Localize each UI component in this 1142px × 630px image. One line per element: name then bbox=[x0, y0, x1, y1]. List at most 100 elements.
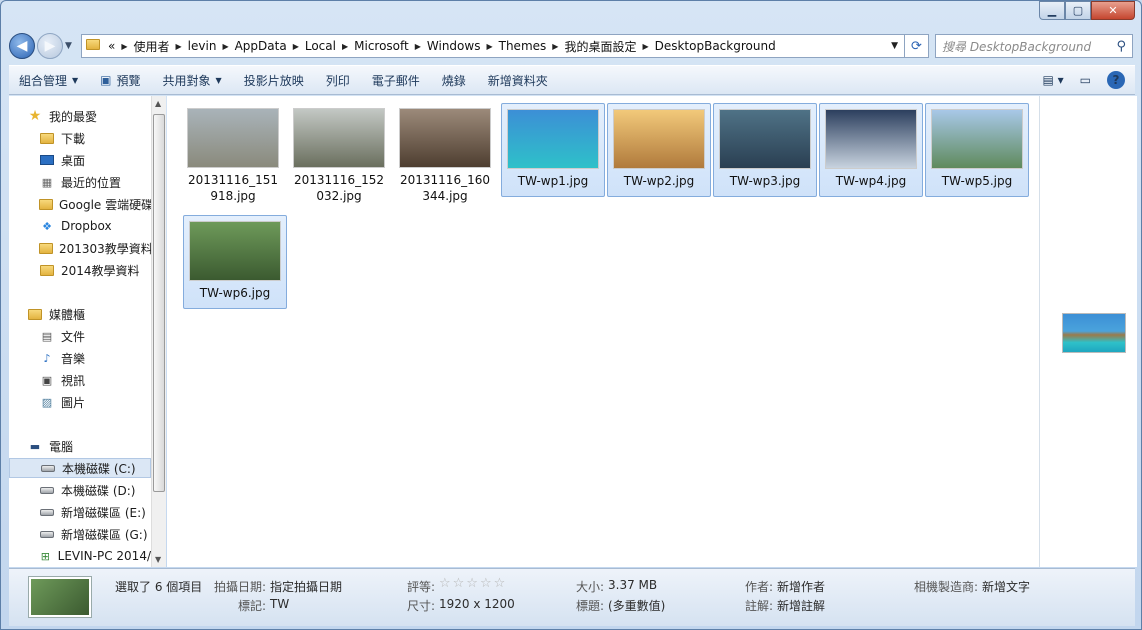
back-button[interactable]: ◀ bbox=[9, 33, 35, 59]
breadcrumb-separator-icon[interactable]: ▶ bbox=[415, 42, 421, 51]
breadcrumb-item[interactable]: DesktopBackground bbox=[655, 39, 776, 53]
breadcrumb-item[interactable]: 我的桌面設定 bbox=[564, 38, 636, 55]
breadcrumb-item[interactable]: 使用者 bbox=[134, 38, 170, 55]
breadcrumb-separator-icon[interactable]: ▶ bbox=[642, 42, 648, 51]
nav-item[interactable]: 2014教學資料 bbox=[9, 260, 151, 280]
breadcrumb-overflow[interactable]: « bbox=[108, 39, 115, 53]
file-thumbnail bbox=[825, 109, 917, 169]
share-button[interactable]: 共用對象 ▼ bbox=[163, 72, 222, 89]
breadcrumb-item[interactable]: Windows bbox=[427, 39, 481, 53]
title-key: 標題: bbox=[576, 599, 605, 613]
breadcrumb-item[interactable]: levin bbox=[188, 39, 217, 53]
breadcrumb-separator-icon[interactable]: ▶ bbox=[293, 42, 299, 51]
file-item[interactable]: TW-wp4.jpg bbox=[819, 103, 923, 197]
file-item[interactable]: TW-wp1.jpg bbox=[501, 103, 605, 197]
file-item[interactable]: TW-wp6.jpg bbox=[183, 215, 287, 309]
rating-key: 評等: bbox=[407, 580, 436, 594]
breadcrumb-separator-icon[interactable]: ▶ bbox=[176, 42, 182, 51]
nav-item-label: 視訊 bbox=[61, 373, 86, 388]
refresh-icon[interactable]: ⟳ bbox=[905, 34, 929, 58]
breadcrumb-separator-icon[interactable]: ▶ bbox=[486, 42, 492, 51]
nav-item[interactable]: ★ 我的最愛 bbox=[9, 106, 151, 126]
scroll-thumb[interactable] bbox=[153, 114, 165, 492]
nav-item[interactable]: ▬ 電腦 bbox=[9, 436, 151, 456]
preview-pane-icon[interactable]: ▭ bbox=[1080, 73, 1091, 87]
view-options-icon[interactable]: ▤ ▾ bbox=[1042, 73, 1063, 87]
file-name: TW-wp2.jpg bbox=[623, 174, 695, 188]
search-icon[interactable]: ⚲ bbox=[1116, 39, 1126, 54]
file-name: 20131116_151918.jpg bbox=[188, 173, 278, 203]
help-icon[interactable]: ? bbox=[1107, 71, 1125, 89]
breadcrumb-item[interactable]: Microsoft bbox=[354, 39, 409, 53]
nav-item-label: 文件 bbox=[61, 329, 86, 344]
file-item[interactable]: TW-wp5.jpg bbox=[925, 103, 1029, 197]
nav-item[interactable]: ▦ 最近的位置 bbox=[9, 172, 151, 192]
nav-item-label: 新增磁碟區 (E:) bbox=[61, 505, 146, 520]
forward-button[interactable]: ▶ bbox=[37, 33, 63, 59]
new-folder-button[interactable]: 新增資料夾 bbox=[488, 72, 548, 89]
toolbar-right-group: ▤ ▾ ▭ ? bbox=[1026, 71, 1125, 89]
nav-item[interactable]: ▣ 視訊 bbox=[9, 370, 151, 390]
breadcrumb-item[interactable]: Themes bbox=[499, 39, 547, 53]
minimize-button[interactable]: ▁ bbox=[1039, 1, 1065, 20]
nav-item[interactable]: ⊞ LEVIN-PC 2014/ bbox=[9, 546, 151, 566]
nav-item[interactable]: 桌面 bbox=[9, 150, 151, 170]
rating-stars[interactable]: ☆☆☆☆☆ bbox=[439, 576, 507, 591]
file-thumbnail bbox=[931, 109, 1023, 169]
nav-item[interactable]: 201303教學資料 bbox=[9, 238, 153, 258]
camera-maker-value[interactable]: 新增文字 bbox=[982, 578, 1030, 595]
print-button[interactable]: 列印 bbox=[326, 72, 350, 89]
file-name: TW-wp6.jpg bbox=[199, 286, 271, 300]
breadcrumb-item[interactable]: Local bbox=[305, 39, 336, 53]
breadcrumb-separator-icon[interactable]: ▶ bbox=[121, 42, 127, 51]
scroll-up-icon[interactable]: ▲ bbox=[155, 99, 161, 108]
address-dropdown-icon[interactable]: ▼ bbox=[891, 41, 898, 51]
file-item[interactable]: TW-wp3.jpg bbox=[713, 103, 817, 197]
size-key: 大小: bbox=[576, 580, 605, 594]
organize-button[interactable]: 組合管理 ▼ bbox=[19, 72, 78, 89]
date-taken-value[interactable]: 指定拍攝日期 bbox=[270, 578, 342, 595]
desktop-icon bbox=[39, 153, 55, 167]
comments-value[interactable]: 新增註解 bbox=[777, 597, 825, 614]
scroll-down-icon[interactable]: ▼ bbox=[155, 555, 161, 564]
video-icon: ▣ bbox=[41, 373, 53, 387]
image-preview-icon: ▣ bbox=[100, 73, 112, 87]
preview-button[interactable]: ▣ 預覽 bbox=[100, 72, 140, 89]
search-input[interactable]: 搜尋 DesktopBackground ⚲ bbox=[935, 34, 1133, 58]
nav-item[interactable]: 媒體櫃 bbox=[9, 304, 151, 324]
nav-item[interactable]: 本機磁碟 (D:) bbox=[9, 480, 151, 500]
breadcrumb-separator-icon[interactable]: ▶ bbox=[342, 42, 348, 51]
nav-item[interactable]: ▨ 圖片 bbox=[9, 392, 151, 412]
breadcrumb-separator-icon[interactable]: ▶ bbox=[552, 42, 558, 51]
file-item[interactable]: 20131116_152032.jpg bbox=[287, 103, 391, 203]
nav-item[interactable]: Google 雲端硬碟 bbox=[9, 194, 153, 214]
nav-item[interactable]: ▤ 文件 bbox=[9, 326, 151, 346]
nav-item[interactable]: ❖ Dropbox bbox=[9, 216, 151, 236]
nav-item[interactable]: 下載 bbox=[9, 128, 151, 148]
file-item[interactable]: TW-wp2.jpg bbox=[607, 103, 711, 197]
nav-item[interactable]: 新增磁碟區 (G:) bbox=[9, 524, 151, 544]
nav-item[interactable]: 新增磁碟區 (E:) bbox=[9, 502, 151, 522]
preview-label: 預覽 bbox=[116, 73, 141, 88]
breadcrumb-separator-icon[interactable]: ▶ bbox=[222, 42, 228, 51]
navigation-pane: ★ 我的最愛 下載 桌面 ▦ 最近的位置 Google 雲端硬碟 ❖ Dropbox 201303… bbox=[9, 96, 165, 567]
file-item[interactable]: 20131116_151918.jpg bbox=[181, 103, 285, 203]
dimensions-value: 1920 x 1200 bbox=[439, 597, 515, 611]
nav-item[interactable]: ♪ 音樂 bbox=[9, 348, 151, 368]
recent-pages-dropdown[interactable]: ▼ bbox=[65, 41, 77, 51]
title-value[interactable]: (多重數值) bbox=[608, 597, 665, 614]
file-item[interactable]: 20131116_160344.jpg bbox=[393, 103, 497, 203]
preview-pane bbox=[1039, 96, 1137, 567]
address-field[interactable]: « ▶ 使用者 ▶ levin ▶ AppData ▶ Local ▶ Microsoft ▶ Win… bbox=[81, 34, 905, 58]
burn-button[interactable]: 燒錄 bbox=[442, 72, 466, 89]
slideshow-button[interactable]: 投影片放映 bbox=[244, 72, 304, 89]
nav-item[interactable]: 本機磁碟 (C:) bbox=[9, 458, 151, 478]
breadcrumb-item[interactable]: AppData bbox=[235, 39, 287, 53]
email-button[interactable]: 電子郵件 bbox=[372, 72, 420, 89]
file-name: TW-wp1.jpg bbox=[517, 174, 589, 188]
author-value[interactable]: 新增作者 bbox=[777, 578, 825, 595]
tags-value[interactable]: TW bbox=[270, 597, 289, 611]
maximize-button[interactable]: ▢ bbox=[1065, 1, 1091, 20]
close-button[interactable]: ✕ bbox=[1091, 1, 1135, 20]
nav-scrollbar[interactable]: ▲ ▼ bbox=[151, 96, 166, 567]
